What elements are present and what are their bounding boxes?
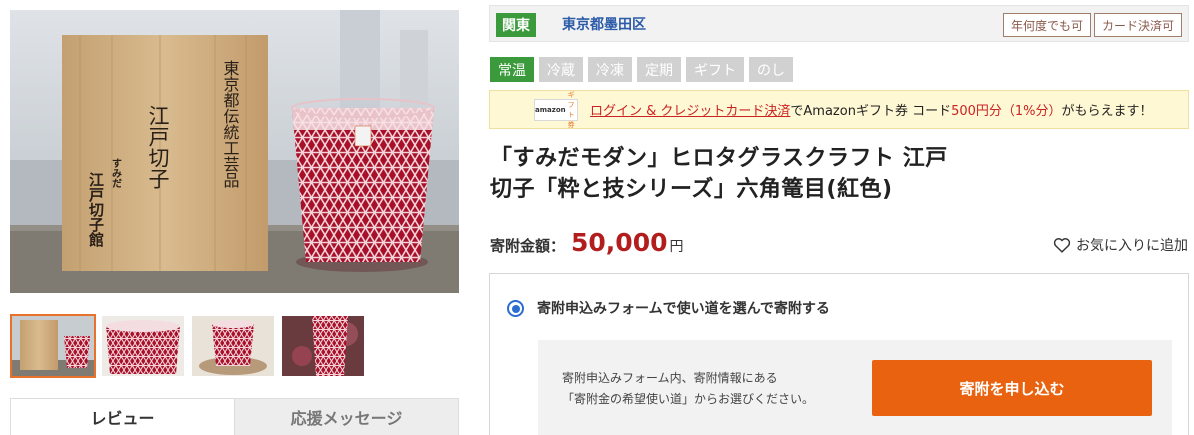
promo-login-link[interactable]: ログイン & クレジットカード決済 (590, 100, 790, 119)
tag-refrigerated: 冷蔵 (539, 57, 583, 82)
donation-option-box: 寄附申込みフォームで使い道を選んで寄附する 寄附申込みフォーム内、寄附情報にある… (489, 273, 1189, 435)
price-row: 寄附金額： 50,000 円 (490, 228, 684, 257)
heart-icon (1053, 238, 1071, 253)
product-title-line-1: 「すみだモダン」ヒロタグラスクラフト 江戸 (490, 146, 948, 171)
thumbnail-3[interactable] (190, 314, 276, 378)
favorite-button[interactable]: お気に入りに追加 (1053, 235, 1188, 255)
promo-highlight: 500円分（1%分） (951, 104, 1062, 119)
tab-review[interactable]: レビュー (11, 399, 234, 435)
option-detail-box: 寄附申込みフォーム内、寄附情報にある 「寄附金の希望使い道」からお選びください。… (538, 340, 1172, 435)
thumbnail-4[interactable] (280, 314, 366, 378)
box-brand-small: すみだ (110, 158, 122, 189)
product-title: 「すみだモダン」ヒロタグラスクラフト 江戸 切子「粋と技シリーズ」六角篭目(紅色… (490, 143, 1010, 205)
tab-support-message[interactable]: 応援メッセージ (234, 399, 458, 435)
price-value: 50,000 (571, 228, 668, 257)
promo-text-1: でAmazonギフト券 コード (790, 104, 952, 119)
thumbnail-1[interactable] (10, 314, 96, 378)
tag-subscription: 定期 (637, 57, 681, 82)
box-brand-main: 江戸切子館 (87, 171, 105, 248)
product-main-image[interactable]: 東京都伝統工芸品 江戸切子 すみだ 江戸切子館 (10, 10, 459, 293)
thumbnail-2[interactable] (100, 314, 186, 378)
price-unit: 円 (669, 239, 684, 255)
price-label: 寄附金額： (490, 237, 566, 255)
apply-donation-button[interactable]: 寄附を申し込む (872, 360, 1152, 416)
tag-room-temp: 常温 (490, 57, 534, 82)
option-label[interactable]: 寄附申込みフォームで使い道を選んで寄附する (537, 298, 830, 318)
option-description: 寄附申込みフォーム内、寄附情報にある 「寄附金の希望使い道」からお選びください。 (562, 371, 815, 406)
box-label-text: 東京都伝統工芸品 (221, 60, 240, 188)
box-title-text: 江戸切子 (146, 105, 170, 189)
review-tabs: レビュー 応援メッセージ (10, 398, 459, 435)
tag-gift: ギフト (686, 57, 744, 82)
tag-noshi: のし (749, 57, 793, 82)
product-title-line-2: 切子「粋と技シリーズ」六角篭目(紅色) (490, 177, 893, 202)
city-link[interactable]: 東京都墨田区 (562, 14, 646, 34)
tag-yearly-multiple: 年何度でも可 (1002, 13, 1091, 37)
region-badge: 関東 (496, 13, 536, 37)
favorite-label: お気に入りに追加 (1076, 238, 1188, 254)
region-bar: 関東 東京都墨田区 年何度でも可 カード決済可 (489, 5, 1189, 42)
temperature-tags: 常温 冷蔵 冷凍 定期 ギフト のし (490, 57, 793, 82)
option-radio[interactable] (507, 300, 524, 317)
amazon-promo-banner: amazon ギフト券 ログイン & クレジットカード決済 でAmazonギフト券… (489, 90, 1189, 129)
tag-frozen: 冷凍 (588, 57, 632, 82)
promo-text-2: がもらえます！ (1061, 104, 1153, 119)
amazon-gift-card-icon: amazon ギフト券 (534, 91, 578, 129)
tag-card-payment: カード決済可 (1093, 13, 1182, 37)
